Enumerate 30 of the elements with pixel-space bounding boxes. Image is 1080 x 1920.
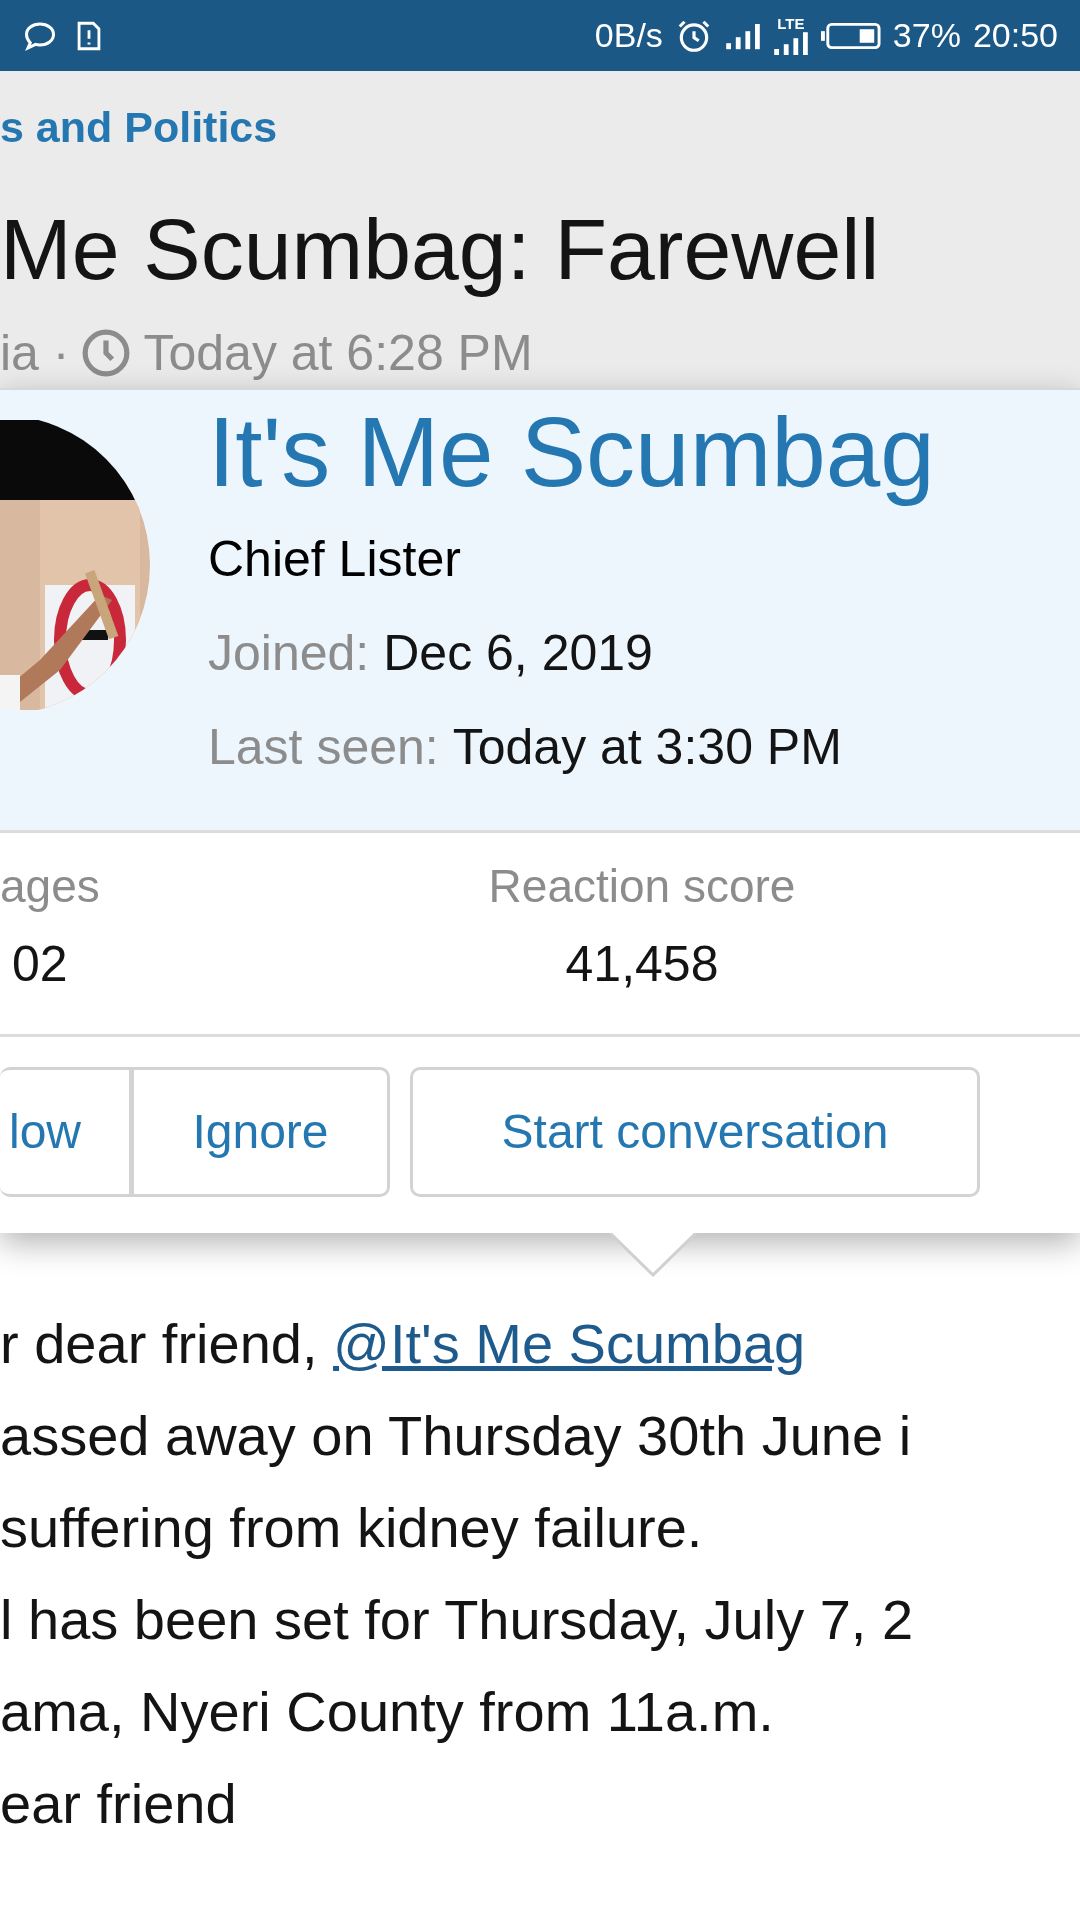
post-text: ama, Nyeri County from 11a.m. [0,1679,775,1745]
author-name: ia · [0,323,70,383]
profile-action-button[interactable]: Ignore [132,1067,390,1197]
profile-action-button[interactable]: low [0,1067,132,1197]
thread-title: Me Scumbag: Farewell [0,199,881,299]
post-text: r dear friend, @It's Me Scumbag [0,1311,807,1377]
clock-time: 20:50 [972,15,1058,56]
mention-link[interactable]: @It's Me Scumbag [333,1312,806,1375]
post-text: suffering from kidney failure. [0,1495,704,1561]
stat-value: 02 [11,939,68,989]
fact-label: Joined: [208,627,370,678]
post-text: l has been set for Thursday, July 7, 2 [0,1587,915,1653]
post-text: ear friend [0,1771,238,1837]
fact-value: Dec 6, 2019 [383,627,653,678]
fact-value: Today at 3:30 PM [452,721,842,772]
post-text: assed away on Thursday 30th June i [0,1403,913,1469]
battery-icon [820,21,881,50]
battery-percent: 37% [892,15,961,56]
network-type: LTE [777,16,805,31]
member-name[interactable]: It's Me Scumbag [208,394,935,512]
fact-label: Last seen: [208,721,439,772]
stat-value: 41,458 [565,939,719,989]
stat-label: Reaction score [488,863,796,909]
member-title: Chief Lister [208,533,462,584]
breadcrumb-link[interactable]: s and Politics [0,102,1080,154]
signal-icon [772,31,809,55]
clock-icon [81,327,132,378]
post-time: Today at 6:28 PM [143,323,533,383]
network-speed: 0B/s [594,15,663,56]
profile-action-button[interactable]: Start conversation [410,1067,980,1197]
